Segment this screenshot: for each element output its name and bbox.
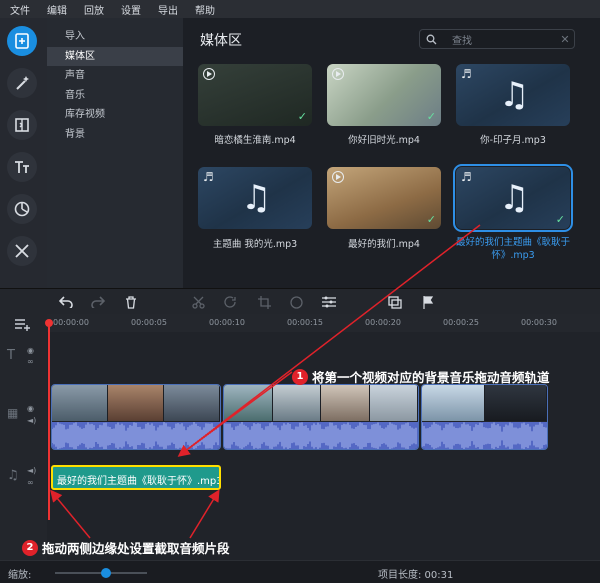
zoom-slider[interactable]	[55, 568, 147, 578]
annotation-1: 1 将第一个视频对应的背景音乐拖动音频轨道	[292, 367, 550, 386]
project-length: 项目长度: 00:31	[378, 570, 454, 581]
annotation-number: 2	[22, 539, 38, 556]
app-window: 文件 编辑 回放 设置 导出 帮助 导入 媒体区 声音 音乐 库存视频 背景 媒…	[0, 0, 600, 583]
annotation-text: 将第一个视频对应的背景音乐拖动音频轨道	[312, 370, 550, 385]
annotation-arrows	[50, 224, 481, 539]
annotation-number: 1	[292, 368, 308, 385]
annotation-2: 2 拖动两侧边缘处设置截取音频片段	[22, 538, 230, 557]
zoom-label: 缩放:	[8, 570, 32, 581]
status-bar: 缩放: 项目长度: 00:31	[0, 560, 600, 583]
zoom-slider-handle[interactable]	[100, 568, 111, 578]
annotation-text: 拖动两侧边缘处设置截取音频片段	[42, 541, 230, 556]
